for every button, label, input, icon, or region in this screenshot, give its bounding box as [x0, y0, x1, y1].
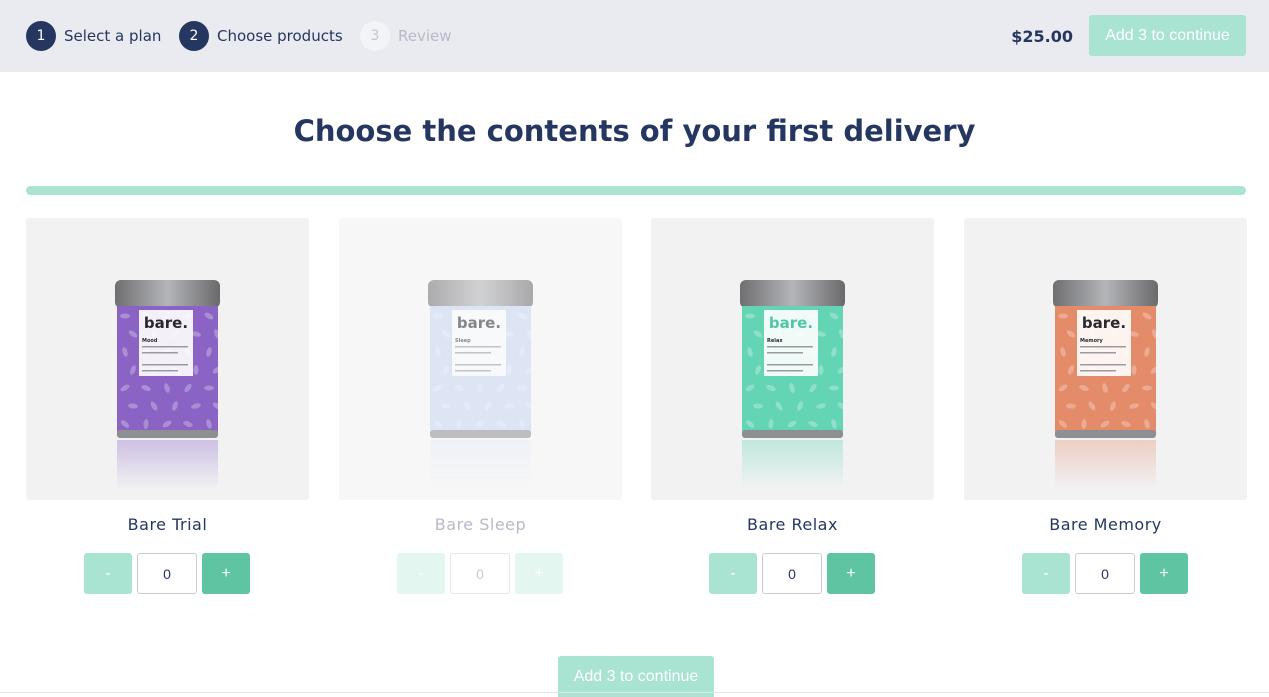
- step-choose-products[interactable]: 2 Choose products: [179, 21, 343, 51]
- step-review: 3 Review: [360, 21, 452, 51]
- tin-illustration: bare. Mood: [115, 280, 220, 490]
- product-name: Bare Trial: [127, 515, 208, 534]
- tin-illustration: bare. Relax: [740, 280, 845, 490]
- continue-button-bottom[interactable]: Add 3 to continue: [558, 656, 714, 697]
- tin-brand: bare.: [457, 314, 501, 332]
- tin-illustration: bare. Sleep: [428, 280, 533, 490]
- step-label: Review: [398, 27, 452, 45]
- tin-reflection: [117, 440, 218, 490]
- checkout-header: 1 Select a plan 2 Choose products 3 Revi…: [0, 0, 1269, 72]
- order-total: $25.00: [1011, 26, 1073, 46]
- tin-lid: [1053, 280, 1158, 308]
- tin-variant: Mood: [142, 338, 158, 344]
- increase-button[interactable]: +: [1140, 553, 1188, 594]
- step-number: 3: [360, 21, 390, 51]
- tin-variant: Relax: [767, 338, 783, 344]
- tin-rim: [1055, 430, 1156, 438]
- step-select-plan[interactable]: 1 Select a plan: [26, 21, 161, 51]
- quantity-stepper: - +: [84, 553, 250, 594]
- product-image: bare. Sleep: [339, 218, 622, 500]
- quantity-input: [450, 553, 510, 594]
- decrease-button[interactable]: -: [709, 553, 757, 594]
- tin-lid: [740, 280, 845, 308]
- continue-button-top[interactable]: Add 3 to continue: [1089, 15, 1246, 56]
- quantity-stepper: - +: [397, 553, 563, 594]
- product-name: Bare Memory: [1049, 515, 1162, 534]
- tin-rim: [742, 430, 843, 438]
- quantity-stepper: - +: [709, 553, 875, 594]
- quantity-input[interactable]: [137, 553, 197, 594]
- quantity-input[interactable]: [1075, 553, 1135, 594]
- tin-lid: [115, 280, 220, 308]
- tin-variant: Sleep: [455, 338, 471, 344]
- progress-fill: [26, 186, 1246, 195]
- product-card: bare. Sleep Bare Sleep - +: [339, 218, 622, 594]
- product-name: Bare Sleep: [434, 515, 527, 534]
- page-title: Choose the contents of your first delive…: [293, 114, 976, 148]
- increase-button[interactable]: +: [202, 553, 250, 594]
- tin-variant: Memory: [1080, 338, 1103, 344]
- tin-reflection: [1055, 440, 1156, 490]
- product-image[interactable]: bare. Relax: [651, 218, 934, 500]
- selection-progress-bar: [26, 186, 1246, 195]
- product-card: bare. Memory Bare Memory - +: [964, 218, 1247, 594]
- step-label: Choose products: [217, 27, 343, 45]
- increase-button[interactable]: +: [827, 553, 875, 594]
- step-label: Select a plan: [64, 27, 162, 45]
- tin-lid: [428, 280, 533, 308]
- tin-reflection: [430, 440, 531, 490]
- product-card: bare. Mood Bare Trial - +: [26, 218, 309, 594]
- tin-rim: [430, 430, 531, 438]
- divider: [0, 692, 1269, 693]
- tin-illustration: bare. Memory: [1053, 280, 1158, 490]
- increase-button: +: [515, 553, 563, 594]
- product-image[interactable]: bare. Mood: [26, 218, 309, 500]
- tin-brand: bare.: [1082, 314, 1126, 332]
- step-number: 2: [179, 21, 209, 51]
- tin-brand: bare.: [144, 314, 188, 332]
- step-number: 1: [26, 21, 56, 51]
- tin-rim: [117, 430, 218, 438]
- decrease-button: -: [397, 553, 445, 594]
- product-card: bare. Relax Bare Relax - +: [651, 218, 934, 594]
- product-name: Bare Relax: [747, 515, 838, 534]
- tin-brand: bare.: [769, 314, 813, 332]
- decrease-button[interactable]: -: [1022, 553, 1070, 594]
- tin-reflection: [742, 440, 843, 490]
- product-image[interactable]: bare. Memory: [964, 218, 1247, 500]
- quantity-stepper: - +: [1022, 553, 1188, 594]
- decrease-button[interactable]: -: [84, 553, 132, 594]
- quantity-input[interactable]: [762, 553, 822, 594]
